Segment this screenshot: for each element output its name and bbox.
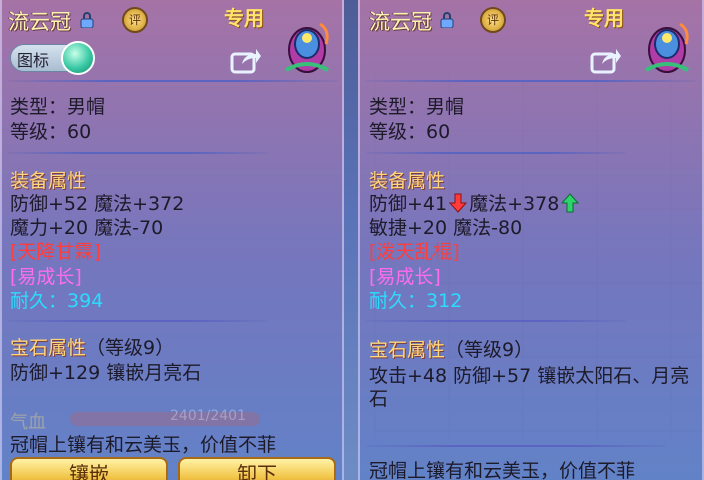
gem-section: 宝石属性（等级9） — [369, 335, 533, 362]
item-title: 流云冠 — [369, 10, 432, 34]
compare-item-tooltip: 流云冠 评 专用 类型：男帽 等级：60 装备属性 防御+41 魔法+378 敏捷… — [358, 0, 704, 480]
gem-level: （等级9） — [86, 337, 175, 359]
gem-line: 防御+129 镶嵌月亮石 — [10, 362, 202, 384]
item-description: 冠帽上镶有和云美玉，价值不菲 — [10, 434, 277, 456]
equipped-item-tooltip: 流云冠 评 专用 图标 类型：男帽 等级：60 装备属性 防御+52 魔法+37… — [0, 0, 344, 480]
inlay-button[interactable]: 镶嵌 — [10, 457, 168, 480]
item-description: 冠帽上镶有和云美玉，价值不菲 — [369, 460, 636, 480]
gem-line-1: 攻击+48 防御+57 镶嵌太阳石、月亮 — [369, 365, 690, 387]
gem-section-title: 宝石属性 — [369, 339, 446, 361]
exclusive-label: 专用 — [584, 6, 624, 30]
item-level: 等级：60 — [10, 121, 92, 143]
arrow-up-icon — [561, 193, 580, 213]
attr-line-2: 敏捷+20 魔法-80 — [369, 217, 523, 239]
gem-level: （等级9） — [445, 339, 534, 361]
divider — [366, 320, 626, 322]
icon-toggle[interactable]: 图标 — [10, 41, 95, 75]
attr-defense: 防御+41 — [369, 193, 448, 215]
rating-badge[interactable]: 评 — [122, 7, 148, 33]
remove-button[interactable]: 卸下 — [178, 457, 336, 480]
item-level: 等级：60 — [369, 121, 451, 143]
divider — [366, 445, 666, 447]
attr-line-1: 防御+52 魔法+372 — [10, 193, 185, 215]
arrow-down-icon — [449, 193, 468, 213]
rating-badge[interactable]: 评 — [480, 7, 506, 33]
divider — [366, 80, 696, 82]
durability: 耐久：394 — [10, 286, 103, 313]
item-type: 类型：男帽 — [10, 96, 106, 118]
gem-section-title: 宝石属性 — [10, 337, 87, 359]
divider — [8, 80, 338, 82]
attr-line-1: 防御+41 魔法+378 — [369, 189, 581, 216]
growth-tag: [易成长] — [369, 266, 441, 288]
hp-value: 2401/2401 — [170, 408, 246, 424]
gem-section: 宝石属性（等级9） — [10, 333, 174, 360]
item-title: 流云冠 — [8, 10, 71, 34]
hat-item-icon — [645, 22, 689, 73]
durability-label: 耐久： — [369, 290, 427, 312]
hp-bar-area: 气血 2401/2401 — [10, 408, 330, 433]
attr-magic: 魔法+378 — [469, 193, 560, 215]
divider — [8, 152, 268, 154]
item-type: 类型：男帽 — [369, 96, 465, 118]
growth-tag: [易成长] — [10, 266, 82, 288]
special-effect-tag: [泼天乱棍] — [369, 241, 460, 263]
gem-line-2: 石 — [369, 388, 389, 410]
durability-label: 耐久： — [10, 290, 68, 312]
lock-icon — [80, 12, 94, 28]
share-icon[interactable] — [230, 46, 262, 74]
lock-icon — [440, 12, 454, 28]
toggle-knob — [61, 41, 95, 75]
exclusive-label: 专用 — [224, 6, 264, 30]
hat-item-icon — [285, 22, 329, 73]
durability-value: 312 — [426, 290, 463, 312]
durability-value: 394 — [67, 290, 104, 312]
durability: 耐久：312 — [369, 286, 462, 313]
share-icon[interactable] — [590, 46, 622, 74]
icon-toggle-label: 图标 — [17, 51, 50, 70]
divider — [366, 152, 626, 154]
attr-line-2: 魔力+20 魔法-70 — [10, 217, 164, 239]
divider — [8, 320, 268, 322]
special-effect-tag: [天降甘霖] — [10, 241, 101, 263]
